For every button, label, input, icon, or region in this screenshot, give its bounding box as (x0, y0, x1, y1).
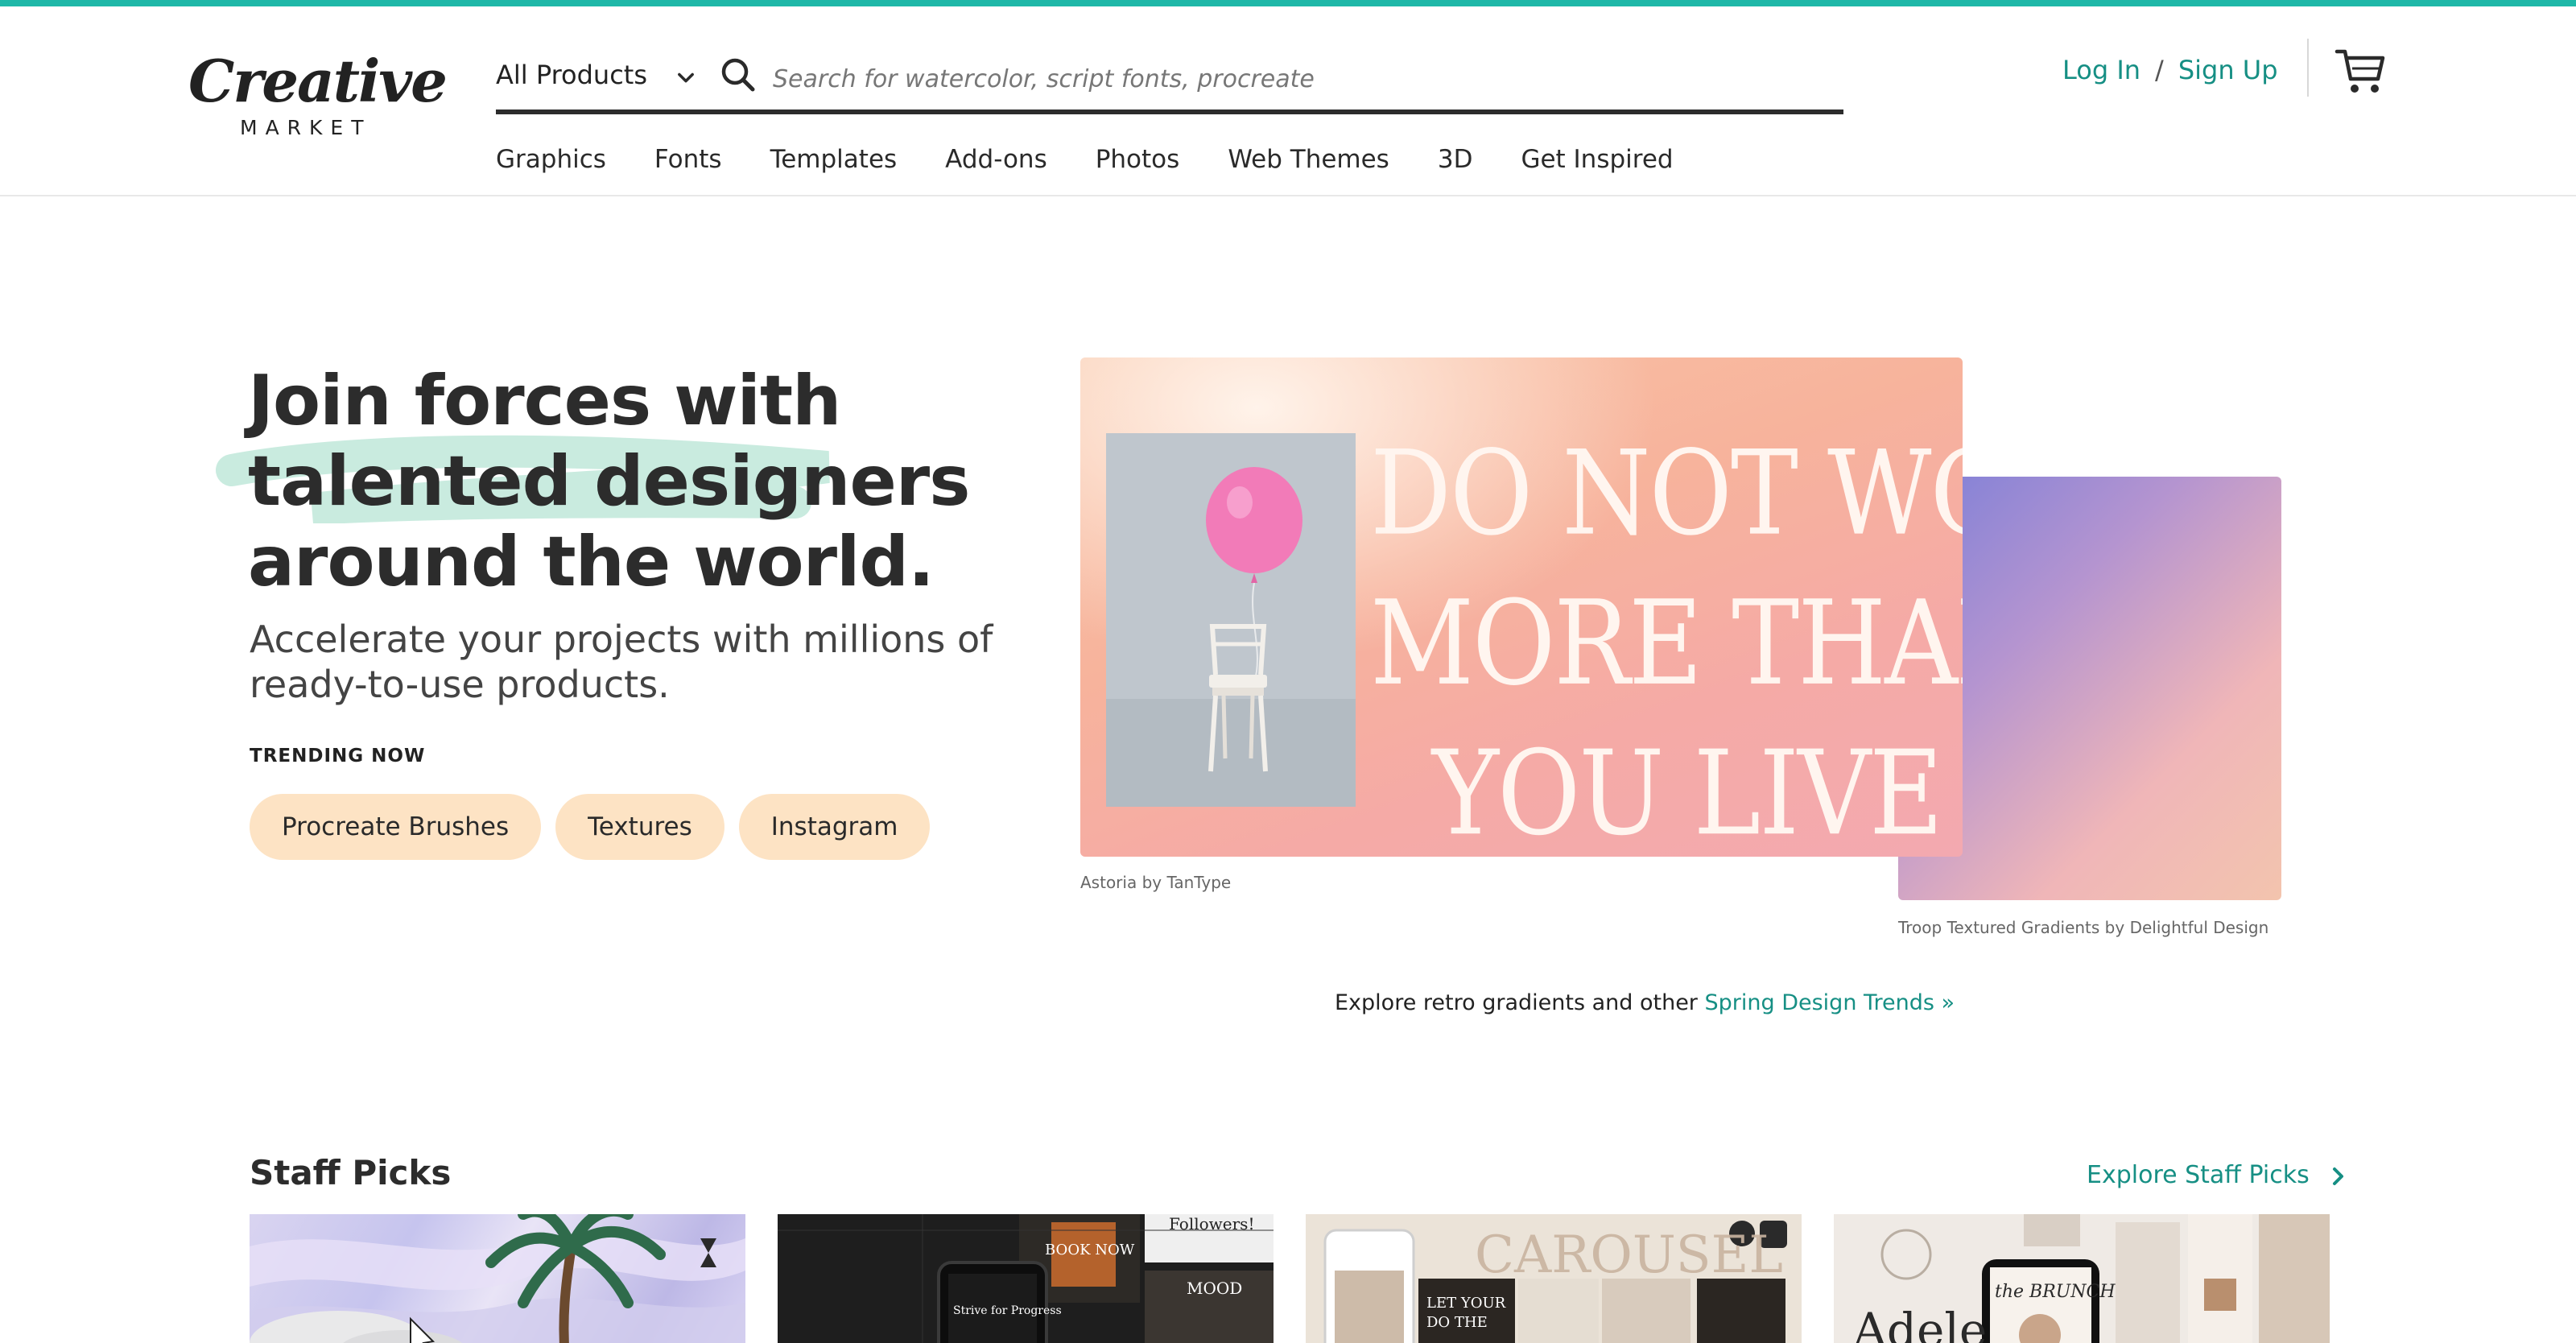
nav-3d[interactable]: 3D (1438, 145, 1473, 174)
creative-market-logo[interactable]: Creative MARKET (188, 47, 448, 140)
nav-get-inspired[interactable]: Get Inspired (1521, 145, 1673, 174)
font-sample-text: DO NOT WORK MORE THAN YOU LIVE (1370, 419, 1963, 857)
chevron-down-icon[interactable] (675, 66, 697, 89)
search-bar: All Products (496, 52, 1843, 114)
tile-text-adele: Adele (1853, 1303, 1988, 1343)
signup-link[interactable]: Sign Up (2178, 55, 2278, 85)
back-card-caption[interactable]: Troop Textured Gradients by Delightful D… (1898, 918, 2268, 937)
nav-photos[interactable]: Photos (1096, 145, 1180, 174)
tile-text-carousel: CAROUSEL (1475, 1225, 1783, 1285)
cart-icon[interactable] (2334, 47, 2386, 95)
tile-text-strive: Strive for Progress (953, 1304, 1062, 1317)
header-divider (2307, 39, 2309, 97)
balloon-chair-photo (1106, 433, 1356, 807)
hero-heading: Join forces with talented designers arou… (248, 361, 1053, 602)
tile-text-brunch: the BRUNCH (1995, 1282, 2116, 1302)
staff-pick-tile[interactable]: BOOK NOW Followers! MOOD Strive for Prog… (778, 1214, 1274, 1343)
category-nav: Graphics Fonts Templates Add-ons Photos … (496, 145, 1722, 174)
trending-pills: Procreate Brushes Textures Instagram (250, 794, 931, 860)
font-sample-line-3: YOU LIVE (1431, 725, 1943, 857)
search-icon[interactable] (718, 55, 758, 95)
staff-picks-row: BOOK NOW Followers! MOOD Strive for Prog… (250, 1214, 2330, 1343)
font-sample-line-1: DO NOT WORK (1370, 425, 1963, 562)
nav-web-themes[interactable]: Web Themes (1228, 145, 1389, 174)
tile-text-mood: MOOD (1187, 1279, 1243, 1298)
tile-text-do-the: DO THE (1426, 1314, 1488, 1331)
trending-label: TRENDING NOW (250, 746, 426, 767)
login-link[interactable]: Log In (2062, 55, 2140, 85)
hero-subtitle: Accelerate your projects with millions o… (250, 618, 993, 706)
search-input[interactable] (773, 56, 1819, 101)
auth-separator: / (2155, 55, 2164, 85)
explore-trends-line: Explore retro gradients and other Spring… (1335, 990, 1955, 1015)
nav-fonts[interactable]: Fonts (654, 145, 722, 174)
explore-prefix: Explore retro gradients and other (1335, 990, 1698, 1015)
pill-procreate-brushes[interactable]: Procreate Brushes (250, 794, 542, 860)
top-accent-bar (0, 0, 2576, 6)
tile-text-followers: Followers! (1169, 1214, 1255, 1233)
logo-subtitle: MARKET (240, 116, 372, 139)
pill-instagram[interactable]: Instagram (738, 794, 931, 860)
hero-heading-line-3: around the world. (248, 522, 935, 602)
nav-graphics[interactable]: Graphics (496, 145, 606, 174)
hero-heading-line-1: Join forces with (248, 361, 841, 441)
staff-pick-tile[interactable] (250, 1214, 745, 1343)
hero-heading-line-2: talented designers (248, 441, 970, 522)
font-sample-line-2: MORE THAN (1370, 575, 1963, 712)
font-product-card[interactable]: DO NOT WORK MORE THAN YOU LIVE (1080, 357, 1963, 857)
staff-pick-tile[interactable]: Adele the BRUNCH (1834, 1214, 2330, 1343)
explore-staff-picks-label: Explore Staff Picks (2087, 1161, 2310, 1189)
staff-pick-tile[interactable]: CAROUSEL LET YOUR DO THE (1306, 1214, 1802, 1343)
nav-templates[interactable]: Templates (770, 145, 898, 174)
front-card-caption[interactable]: Astoria by TanType (1080, 873, 1231, 892)
explore-staff-picks-link[interactable]: Explore Staff Picks (2087, 1161, 2346, 1189)
pill-textures[interactable]: Textures (555, 794, 724, 860)
nav-add-ons[interactable]: Add-ons (945, 145, 1047, 174)
auth-links: Log In / Sign Up (2062, 55, 2278, 85)
logo-wordmark: Creative (188, 47, 448, 115)
site-header: Creative MARKET All Products Log In / Sign… (0, 6, 2576, 196)
palm-tree-artwork (250, 1214, 745, 1343)
spring-trends-link[interactable]: Spring Design Trends » (1705, 990, 1955, 1015)
tile-text-let-your: LET YOUR (1426, 1295, 1506, 1312)
tile-text-book-now: BOOK NOW (1045, 1242, 1135, 1258)
category-select[interactable]: All Products (496, 60, 647, 90)
staff-picks-title: Staff Picks (250, 1153, 452, 1192)
chevron-right-icon (2333, 1167, 2344, 1185)
